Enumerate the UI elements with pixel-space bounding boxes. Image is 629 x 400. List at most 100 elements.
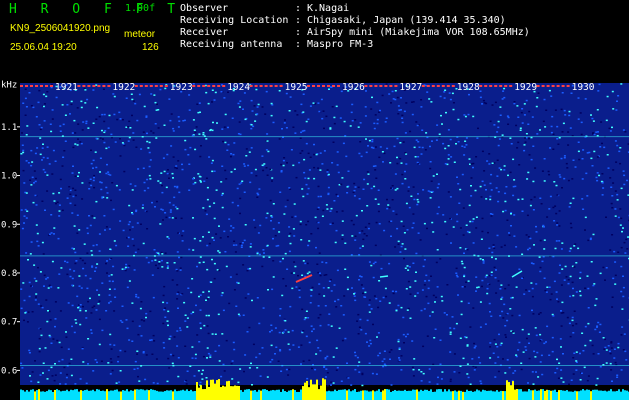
noise-speck (520, 368, 523, 371)
noise-speck (532, 313, 535, 315)
power-bar-column (402, 390, 404, 400)
power-bar-column (474, 391, 476, 400)
noise-speck (122, 229, 125, 232)
noise-speck (135, 293, 138, 296)
noise-speck (271, 104, 274, 106)
noise-speck (587, 239, 590, 242)
noise-speck (298, 287, 301, 289)
noise-speck (472, 242, 475, 244)
noise-speck (23, 215, 26, 217)
power-bar-column (526, 391, 528, 400)
noise-speck (451, 92, 454, 95)
noise-speck (122, 143, 125, 145)
noise-speck (365, 151, 368, 154)
noise-speck (46, 174, 49, 176)
power-bar-column (290, 390, 292, 400)
noise-speck (265, 217, 268, 219)
power-bar-column (366, 390, 368, 400)
noise-speck (325, 115, 328, 118)
noise-speck (143, 320, 146, 322)
noise-speck (118, 381, 121, 383)
noise-speck (426, 335, 429, 337)
noise-speck (150, 339, 153, 341)
noise-speck (87, 127, 90, 129)
noise-speck (127, 126, 130, 128)
noise-speck (70, 103, 73, 106)
noise-speck (279, 191, 282, 193)
noise-speck (450, 242, 452, 244)
noise-speck (317, 227, 320, 230)
noise-speck (622, 349, 625, 351)
noise-speck (38, 347, 41, 350)
noise-speck (20, 288, 23, 290)
noise-speck (44, 209, 46, 211)
noise-speck (226, 149, 229, 151)
noise-speck (249, 246, 252, 248)
noise-speck (611, 380, 613, 382)
noise-speck (288, 250, 291, 253)
noise-speck (119, 118, 122, 120)
info-separator: : (295, 27, 302, 38)
noise-speck (74, 194, 77, 197)
noise-speck (111, 280, 114, 283)
noise-speck (468, 204, 471, 207)
noise-speck (372, 262, 375, 265)
noise-speck (479, 380, 482, 382)
noise-speck (250, 172, 253, 174)
power-bar-column (534, 389, 536, 400)
noise-speck (570, 226, 573, 229)
noise-speck (206, 186, 209, 189)
noise-speck (432, 175, 435, 177)
noise-speck (353, 195, 356, 197)
noise-speck (321, 163, 324, 165)
noise-speck (181, 240, 184, 242)
noise-speck (250, 99, 253, 102)
power-bar-column (472, 391, 474, 400)
noise-speck (403, 232, 406, 234)
noise-speck (319, 274, 322, 277)
noise-speck (592, 284, 595, 287)
noise-speck (35, 116, 38, 118)
noise-speck (512, 158, 515, 161)
noise-speck (391, 90, 394, 93)
noise-speck (569, 127, 572, 129)
noise-speck (440, 114, 442, 117)
noise-speck (22, 151, 25, 154)
noise-speck (606, 95, 609, 98)
noise-speck (207, 332, 210, 335)
noise-speck (54, 363, 56, 365)
noise-speck (523, 293, 526, 295)
noise-speck (338, 327, 341, 329)
noise-speck (465, 137, 468, 139)
noise-speck (601, 173, 604, 175)
noise-speck (411, 113, 414, 116)
noise-speck (179, 269, 182, 271)
noise-speck (552, 133, 555, 135)
noise-speck (198, 295, 200, 298)
noise-speck (470, 163, 473, 165)
noise-speck (530, 262, 533, 264)
noise-speck (359, 275, 362, 277)
power-bar-column (584, 390, 586, 400)
noise-speck (335, 306, 338, 308)
noise-speck (472, 166, 474, 169)
noise-speck (219, 237, 222, 239)
noise-speck (376, 336, 378, 338)
noise-speck (614, 208, 617, 210)
noise-speck (552, 206, 555, 209)
noise-speck (370, 308, 373, 310)
power-bar-column (310, 379, 312, 400)
noise-speck (94, 270, 96, 272)
noise-speck (170, 113, 173, 115)
noise-speck (569, 222, 572, 225)
noise-speck (429, 315, 431, 317)
noise-speck (204, 210, 207, 212)
noise-speck (29, 375, 31, 377)
noise-speck (221, 192, 224, 195)
noise-speck (445, 233, 448, 236)
noise-speck (143, 105, 146, 108)
noise-speck (248, 326, 251, 329)
noise-speck (67, 348, 70, 350)
noise-speck (206, 357, 208, 359)
noise-speck (609, 249, 612, 251)
